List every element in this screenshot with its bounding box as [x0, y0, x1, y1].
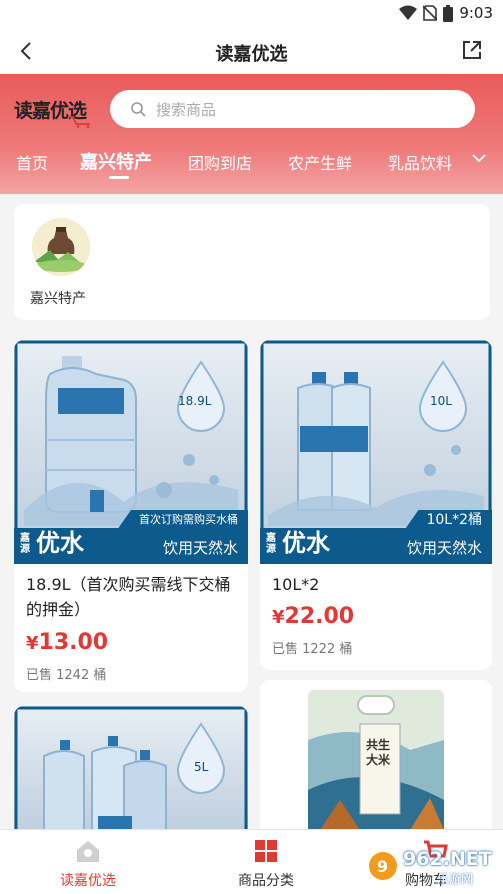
- product-card[interactable]: 共生大米: [260, 680, 492, 846]
- nav-categories[interactable]: 商品分类: [182, 830, 350, 894]
- brand-slogan: 饮用天然水: [406, 539, 482, 557]
- promo-ribbon: 首次订购需购买水桶: [117, 510, 248, 530]
- brand-logo[interactable]: 读嘉优选: [14, 92, 94, 128]
- tab-dairy-drinks[interactable]: 乳品饮料: [388, 150, 452, 174]
- product-card[interactable]: 10L 10L*2桶 嘉源 优水 饮用天然水 10L*2 ¥22.00 已售 12…: [260, 340, 492, 670]
- product-price: ¥13.00: [26, 630, 108, 655]
- brand-name: 嘉源 优水: [20, 523, 84, 558]
- tab-group-buy[interactable]: 团购到店: [188, 150, 252, 174]
- battery-icon: [443, 4, 454, 22]
- category-label: 嘉兴特产: [30, 291, 86, 307]
- sold-count: 已售 1222 桶: [272, 642, 353, 657]
- brand-label: 优水: [282, 529, 330, 557]
- product-image: 5L: [14, 706, 248, 846]
- category-thumbnail[interactable]: [32, 218, 90, 276]
- brand-slogan: 饮用天然水: [162, 539, 238, 557]
- water-drop-icon: [176, 722, 226, 794]
- product-image: 10L 10L*2桶 嘉源 优水 饮用天然水: [260, 340, 492, 564]
- zongzi-jar-icon: [32, 218, 90, 276]
- product-price: ¥22.00: [272, 604, 354, 629]
- rice-bag-label: 共生大米: [366, 738, 391, 767]
- brand-prefix: 嘉源: [20, 533, 30, 555]
- search-input[interactable]: 搜索商品: [110, 90, 475, 128]
- currency-symbol: ¥: [26, 633, 39, 654]
- watermark-subtext: 乐游网: [437, 872, 474, 886]
- volume-label: 18.9L: [178, 394, 212, 408]
- product-image: 共生大米: [260, 680, 492, 846]
- site-watermark: 9 962.NET 乐游网: [367, 846, 497, 888]
- product-card[interactable]: 18.9L 首次订购需购买水桶 嘉源 优水 饮用天然水 18.9L（首次购买需线下…: [14, 340, 248, 692]
- svg-text:9: 9: [377, 857, 388, 876]
- page-title: 读嘉优选: [215, 44, 288, 65]
- no-sim-icon: [423, 5, 438, 21]
- sold-count: 已售 1242 桶: [26, 668, 107, 683]
- subcategory-card: 嘉兴特产: [14, 204, 490, 320]
- nav-home-label: 读嘉优选: [60, 873, 116, 889]
- product-image: 18.9L 首次订购需购买水桶 嘉源 优水 饮用天然水: [14, 340, 248, 564]
- brand-prefix: 嘉源: [266, 533, 276, 555]
- share-icon[interactable]: [461, 39, 483, 61]
- nav-categories-label: 商品分类: [238, 873, 294, 889]
- tab-fresh-produce[interactable]: 农产生鲜: [288, 150, 352, 174]
- status-bar: 9:03: [0, 0, 503, 28]
- product-name: 18.9L（首次购买需线下交桶的押金）: [26, 575, 231, 619]
- product-card[interactable]: 5L: [14, 706, 248, 846]
- brand-name: 嘉源 优水: [266, 523, 330, 558]
- chevron-down-icon[interactable]: [471, 150, 487, 166]
- active-tab-indicator: [109, 176, 129, 179]
- home-icon: [77, 841, 99, 862]
- volume-label: 10L: [430, 394, 452, 408]
- watermark-text: 962.NET: [403, 848, 492, 870]
- price-value: 13.00: [38, 630, 109, 655]
- categories-icon: [255, 840, 277, 862]
- clock: 9:03: [459, 4, 493, 22]
- brand-label: 优水: [36, 529, 84, 557]
- price-value: 22.00: [284, 604, 355, 629]
- logo-cart-icon: [69, 116, 90, 128]
- volume-label: 5L: [194, 760, 209, 774]
- tab-jiaxing-specialty[interactable]: 嘉兴特产: [80, 148, 152, 174]
- promo-ribbon: 10L*2桶: [404, 510, 492, 530]
- currency-symbol: ¥: [272, 607, 285, 628]
- search-placeholder: 搜索商品: [156, 100, 217, 119]
- product-name: 10L*2: [272, 575, 320, 594]
- nav-home[interactable]: 读嘉优选: [4, 830, 172, 894]
- nav-bar: 读嘉优选: [0, 28, 503, 74]
- wifi-icon: [399, 5, 418, 20]
- category-tabs: 首页 嘉兴特产 团购到店 农产生鲜 乳品饮料: [0, 146, 503, 186]
- tab-home[interactable]: 首页: [16, 150, 48, 174]
- search-icon: [131, 102, 146, 117]
- hero-banner: 读嘉优选 搜索商品 首页 嘉兴特产 团购到店 农产生鲜 乳品饮料: [0, 74, 503, 194]
